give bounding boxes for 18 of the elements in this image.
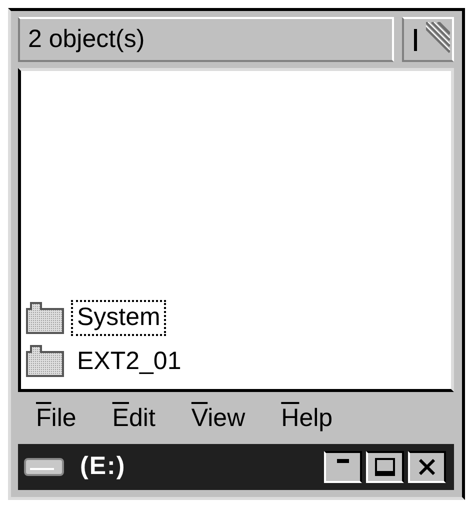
folder-label[interactable]: EXT2_01 <box>71 344 188 379</box>
minimize-icon <box>337 459 349 463</box>
maximize-button[interactable] <box>366 451 404 483</box>
window-title: (E:) <box>80 451 126 482</box>
close-button[interactable] <box>408 451 446 483</box>
maximize-icon <box>375 458 395 476</box>
folder-label[interactable]: System <box>71 300 166 336</box>
menu-item[interactable]: View <box>191 406 246 430</box>
folder-icon <box>25 300 65 335</box>
menu-item[interactable]: Edit <box>112 406 156 430</box>
status-mark-icon <box>414 28 417 50</box>
status-text: 2 object(s) <box>28 24 145 55</box>
folder-icon <box>25 344 65 378</box>
drive-icon <box>24 457 64 477</box>
minimize-button[interactable] <box>324 451 362 483</box>
menu-item[interactable]: File <box>36 406 76 430</box>
close-icon <box>419 459 435 475</box>
menu-item[interactable]: Help <box>281 406 333 430</box>
